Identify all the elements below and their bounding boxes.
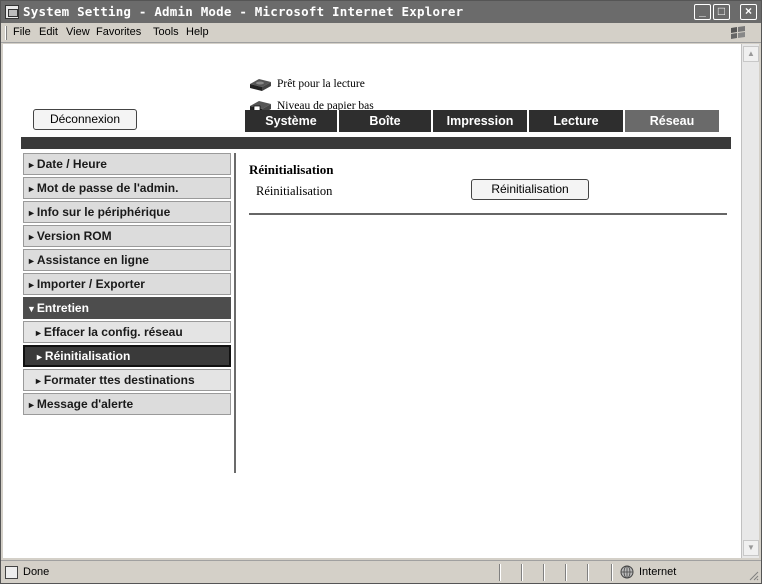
- status-separator: [543, 564, 545, 581]
- zone-text: Internet: [639, 566, 677, 578]
- maximize-button[interactable]: □: [713, 4, 730, 20]
- sidebar-item-label: Info sur le périphérique: [36, 205, 171, 219]
- arrow-right-icon: ►: [27, 280, 36, 290]
- tab-reseau[interactable]: Réseau: [625, 110, 719, 132]
- sidebar-item-importer-exporter[interactable]: ►Importer / Exporter: [23, 273, 231, 295]
- close-icon: ×: [744, 4, 752, 18]
- sidebar-item-date-heure[interactable]: ►Date / Heure: [23, 153, 231, 175]
- sidebar-subitem-reinitialisation[interactable]: ►Réinitialisation: [23, 345, 231, 367]
- status-separator: [499, 564, 501, 581]
- sidebar-subitem-formater-destinations[interactable]: ►Formater ttes destinations: [23, 369, 231, 391]
- ie-page-icon[interactable]: [5, 5, 19, 19]
- arrow-right-icon: ►: [27, 256, 36, 266]
- status-separator: [521, 564, 523, 581]
- arrow-right-icon: ►: [34, 376, 43, 386]
- vertical-scrollbar[interactable]: ▲ ▼: [741, 44, 759, 558]
- sidebar-item-entretien[interactable]: ▼Entretien: [23, 297, 231, 319]
- scroll-up-icon[interactable]: ▲: [743, 46, 759, 62]
- sidebar-divider: [234, 153, 236, 473]
- sidebar-item-version-rom[interactable]: ►Version ROM: [23, 225, 231, 247]
- sidebar-item-assistance[interactable]: ►Assistance en ligne: [23, 249, 231, 271]
- arrow-right-icon: ►: [34, 328, 43, 338]
- status-ready: Prêt pour la lecture: [247, 75, 365, 93]
- sidebar-item-label: Assistance en ligne: [36, 253, 149, 267]
- status-separator: [565, 564, 567, 581]
- sidebar-item-label: Mot de passe de l'admin.: [36, 181, 179, 195]
- menu-help[interactable]: Help: [186, 26, 209, 38]
- reset-setting-label: Réinitialisation: [256, 184, 333, 198]
- sidebar-subitem-effacer-config[interactable]: ►Effacer la config. réseau: [23, 321, 231, 343]
- main-tabs: Système Boîte Impression Lecture Réseau: [245, 110, 719, 132]
- sidebar-item-label: Effacer la config. réseau: [43, 325, 183, 339]
- sidebar-item-label: Date / Heure: [36, 157, 107, 171]
- sidebar-item-message-alerte[interactable]: ►Message d'alerte: [23, 393, 231, 415]
- tab-impression[interactable]: Impression: [433, 110, 529, 132]
- scroll-down-icon[interactable]: ▼: [743, 540, 759, 556]
- tab-boite[interactable]: Boîte: [339, 110, 433, 132]
- page-title: Réinitialisation: [249, 162, 334, 177]
- maximize-icon: □: [717, 4, 726, 18]
- logout-button[interactable]: Déconnexion: [33, 109, 137, 130]
- window-title: System Setting - Admin Mode - Microsoft …: [23, 4, 464, 19]
- sidebar-item-info-peripherique[interactable]: ►Info sur le périphérique: [23, 201, 231, 223]
- close-button[interactable]: ×: [740, 4, 757, 20]
- status-text: Done: [23, 566, 50, 578]
- internet-globe-icon: [620, 565, 634, 579]
- arrow-down-icon: ▼: [27, 304, 36, 314]
- menu-grip[interactable]: [5, 26, 7, 40]
- arrow-right-icon: ►: [27, 208, 36, 218]
- sidebar-menu: ►Date / Heure ►Mot de passe de l'admin. …: [23, 153, 231, 417]
- menu-file[interactable]: File: [13, 26, 31, 38]
- arrow-right-icon: ►: [27, 160, 36, 170]
- content-divider: [249, 213, 727, 215]
- tab-lecture[interactable]: Lecture: [529, 110, 625, 132]
- sidebar-item-label: Importer / Exporter: [36, 277, 145, 291]
- sidebar-item-label: Entretien: [36, 301, 89, 315]
- arrow-right-icon: ►: [35, 352, 44, 362]
- minimize-button[interactable]: _: [694, 4, 711, 20]
- status-bar: Done Internet: [1, 560, 761, 583]
- tab-systeme[interactable]: Système: [245, 110, 339, 132]
- arrow-right-icon: ►: [27, 184, 36, 194]
- reset-button[interactable]: Réinitialisation: [471, 179, 589, 200]
- sidebar-item-label: Version ROM: [36, 229, 112, 243]
- title-bar[interactable]: System Setting - Admin Mode - Microsoft …: [1, 1, 761, 23]
- sidebar-item-label: Formater ttes destinations: [43, 373, 195, 387]
- sidebar-item-mot-de-passe[interactable]: ►Mot de passe de l'admin.: [23, 177, 231, 199]
- resize-grip-icon[interactable]: [747, 569, 759, 581]
- arrow-right-icon: ►: [27, 400, 36, 410]
- header-divider-bar: [21, 137, 731, 149]
- minimize-icon: _: [699, 4, 706, 18]
- windows-logo-icon: [731, 26, 745, 39]
- sidebar-item-label: Message d'alerte: [36, 397, 134, 411]
- menu-favorites[interactable]: Favorites: [96, 26, 141, 38]
- menu-view[interactable]: View: [66, 26, 90, 38]
- menu-tools[interactable]: Tools: [153, 26, 179, 38]
- done-page-icon: [5, 566, 18, 579]
- sidebar-item-label: Réinitialisation: [44, 349, 131, 363]
- menu-edit[interactable]: Edit: [39, 26, 58, 38]
- browser-window: System Setting - Admin Mode - Microsoft …: [0, 0, 762, 584]
- status-ready-text: Prêt pour la lecture: [277, 78, 365, 90]
- status-separator: [611, 564, 613, 581]
- menu-bar: File Edit View Favorites Tools Help: [1, 23, 761, 43]
- arrow-right-icon: ►: [27, 232, 36, 242]
- status-separator: [587, 564, 589, 581]
- printer-icon: [250, 79, 271, 91]
